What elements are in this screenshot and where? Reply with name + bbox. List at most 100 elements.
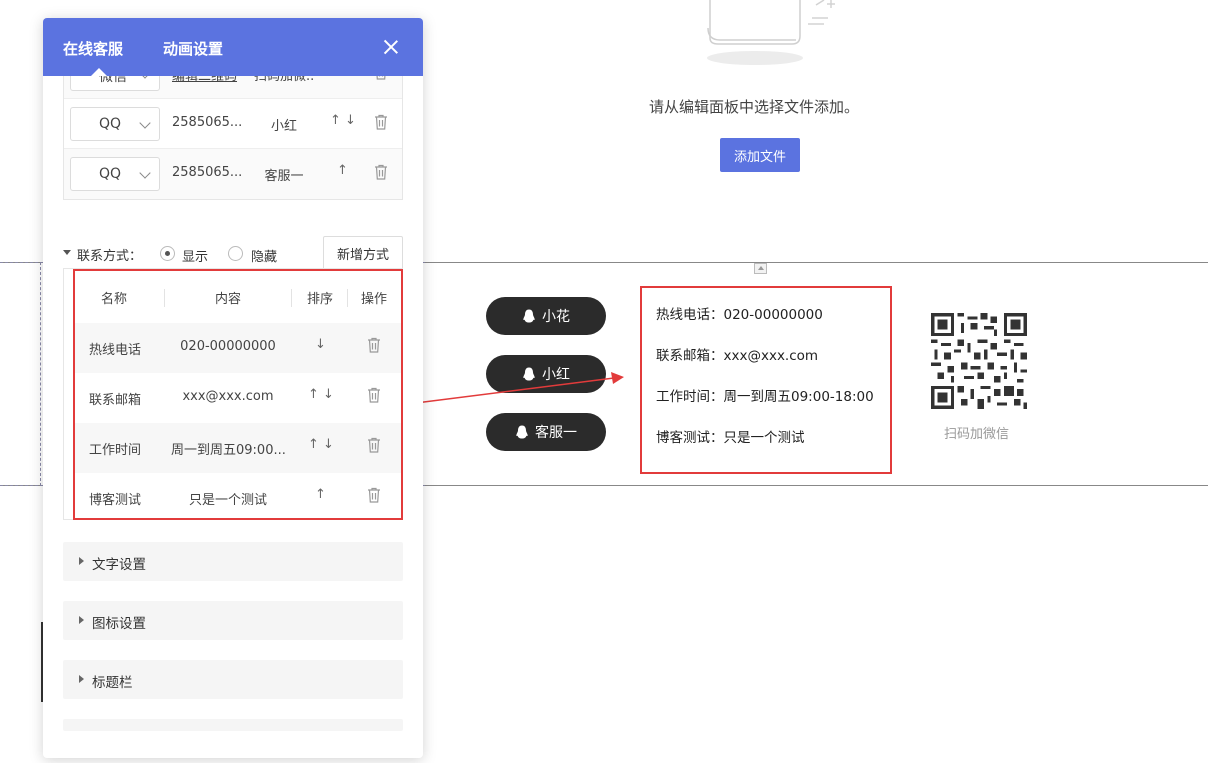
table-row: QQ 2585065... 客服一 ↑: [64, 149, 402, 199]
channel-name: 小红: [270, 119, 297, 134]
sort-arrows[interactable]: ↑ ↓: [330, 113, 356, 128]
add-contact-method-button[interactable]: 新增方式: [323, 236, 403, 270]
table-header: 名称 内容 排序 操作: [75, 271, 401, 323]
qq-penguin-icon: [516, 425, 528, 438]
contact-method-label: 联系方式：: [77, 249, 143, 264]
qr-caption: 扫码加微信: [944, 427, 1010, 442]
close-icon[interactable]: [383, 39, 399, 55]
service-pill-xiaohua[interactable]: 小花: [486, 297, 606, 335]
table-row: 博客测试 只是一个测试 ↑: [75, 473, 401, 523]
header-name: 名称: [101, 292, 128, 307]
section-title-bar[interactable]: 标题栏: [63, 660, 403, 699]
contact-line-blog: 博客测试：只是一个测试: [656, 430, 805, 446]
service-pill-kefu-1[interactable]: 客服一: [486, 413, 606, 451]
table-row: 微信 编辑二维码 扫码加微... ↑ ↓: [64, 76, 402, 99]
tab-animation-settings[interactable]: 动画设置: [163, 38, 223, 59]
contact-content: 只是一个测试: [188, 493, 267, 508]
contact-method-table: 名称 内容 排序 操作 热线电话 020-00000000 ↓ 联系邮箱 xxx…: [73, 269, 403, 520]
section-label: 图标设置: [92, 616, 146, 632]
edit-qr-link[interactable]: 编辑二维码: [172, 76, 237, 84]
trash-icon[interactable]: [374, 76, 388, 80]
section-text-settings[interactable]: 文字设置: [63, 542, 403, 581]
trash-icon[interactable]: [374, 164, 388, 180]
caret-right-icon: [79, 616, 84, 624]
trash-icon[interactable]: [367, 487, 381, 503]
annotation-arrow: [407, 372, 624, 405]
panel-body: 微信 编辑二维码 扫码加微... ↑ ↓ QQ 2585065... 小红 ↑: [43, 76, 423, 758]
trash-icon[interactable]: [367, 387, 381, 403]
caret-down-icon[interactable]: [63, 250, 71, 255]
table-row: QQ 2585065... 小红 ↑ ↓: [64, 99, 402, 149]
contact-line-hours: 工作时间：周一到周五09:00-18:00: [656, 389, 874, 405]
header-sort: 排序: [307, 292, 334, 307]
add-file-button[interactable]: 添加文件: [720, 138, 800, 172]
chevron-down-icon: [139, 167, 151, 179]
table-row: 联系邮箱 xxx@xxx.com ↑ ↓: [75, 373, 401, 423]
radio-hide[interactable]: [228, 246, 243, 261]
table-row: 工作时间 周一到周五09:00... ↑ ↓: [75, 423, 401, 473]
contact-content: 020-00000000: [180, 339, 276, 354]
chevron-down-icon: [139, 76, 151, 79]
section-icon-settings[interactable]: 图标设置: [63, 601, 403, 640]
selection-left-dashed: [40, 262, 41, 486]
sort-arrows[interactable]: ↓: [315, 337, 326, 352]
sort-arrows[interactable]: ↑ ↓: [308, 387, 334, 402]
header-divider: [347, 289, 348, 307]
sort-arrows[interactable]: ↑: [337, 163, 348, 178]
caret-right-icon: [79, 675, 84, 683]
wechat-qr-code: [931, 313, 1027, 409]
channel-type-select[interactable]: 微信: [70, 76, 160, 91]
channel-type-value: QQ: [99, 116, 122, 132]
section-label: 文字设置: [92, 557, 146, 573]
qq-penguin-icon: [523, 309, 535, 322]
empty-state-message: 请从编辑面板中选择文件添加。: [649, 98, 860, 116]
channel-name: 扫码加微...: [254, 76, 314, 84]
tab-online-service[interactable]: 在线客服: [63, 38, 123, 59]
section-label: 标题栏: [92, 675, 133, 691]
contact-method-section: 联系方式： 显示 隐藏 新增方式: [63, 236, 403, 272]
channel-type-value: QQ: [99, 166, 122, 182]
contact-content: 周一到周五09:00...: [171, 443, 286, 458]
contact-table-container: 名称 内容 排序 操作 热线电话 020-00000000 ↓ 联系邮箱 xxx…: [63, 268, 403, 520]
header-divider: [291, 289, 292, 307]
trash-icon[interactable]: [367, 337, 381, 353]
service-pill-label: 小花: [542, 309, 570, 325]
contact-name: 工作时间: [89, 443, 142, 458]
sort-arrows[interactable]: ↑ ↓: [308, 437, 334, 452]
service-pill-label: 客服一: [535, 425, 577, 441]
empty-file-illustration: [707, 0, 835, 65]
contact-name: 博客测试: [89, 493, 142, 508]
contact-content: xxx@xxx.com: [182, 389, 274, 404]
radio-show[interactable]: [160, 246, 175, 261]
channel-type-select[interactable]: QQ: [70, 107, 160, 141]
contact-info-preview: 热线电话：020-00000000 联系邮箱：xxx@xxx.com 工作时间：…: [640, 286, 892, 474]
sort-arrows[interactable]: ↑ ↓: [332, 76, 358, 78]
chevron-down-icon: [139, 117, 151, 129]
trash-icon[interactable]: [367, 437, 381, 453]
channel-account: 2585065...: [172, 115, 243, 130]
channel-type-value: 微信: [99, 76, 127, 85]
online-service-settings-panel: 在线客服 动画设置 微信 编辑二维码 扫码加微... ↑ ↓: [43, 18, 423, 758]
contact-line-email: 联系邮箱：xxx@xxx.com: [656, 348, 819, 364]
section-collapse-handle[interactable]: [754, 263, 767, 274]
caret-right-icon: [79, 557, 84, 565]
sort-arrows[interactable]: ↑: [315, 487, 326, 502]
service-channel-table: 微信 编辑二维码 扫码加微... ↑ ↓ QQ 2585065... 小红 ↑: [63, 76, 403, 200]
channel-name: 客服一: [264, 169, 304, 184]
header-actions: 操作: [361, 292, 388, 307]
header-divider: [164, 289, 165, 307]
radio-hide-label: 隐藏: [251, 250, 278, 265]
header-content: 内容: [215, 292, 242, 307]
contact-name: 热线电话: [89, 343, 142, 358]
section-next-partial[interactable]: [63, 719, 403, 731]
channel-type-select[interactable]: QQ: [70, 157, 160, 191]
active-tab-indicator: [91, 68, 107, 76]
radio-show-label: 显示: [182, 250, 209, 265]
contact-name: 联系邮箱: [89, 393, 142, 408]
table-row: 热线电话 020-00000000 ↓: [75, 323, 401, 373]
editor-canvas: 请从编辑面板中选择文件添加。 添加文件 小花 小红 客服一 热线电话：020-0…: [0, 0, 1208, 763]
channel-account: 2585065...: [172, 165, 243, 180]
panel-header: 在线客服 动画设置: [43, 18, 423, 76]
contact-line-hotline: 热线电话：020-00000000: [656, 307, 823, 323]
trash-icon[interactable]: [374, 114, 388, 130]
